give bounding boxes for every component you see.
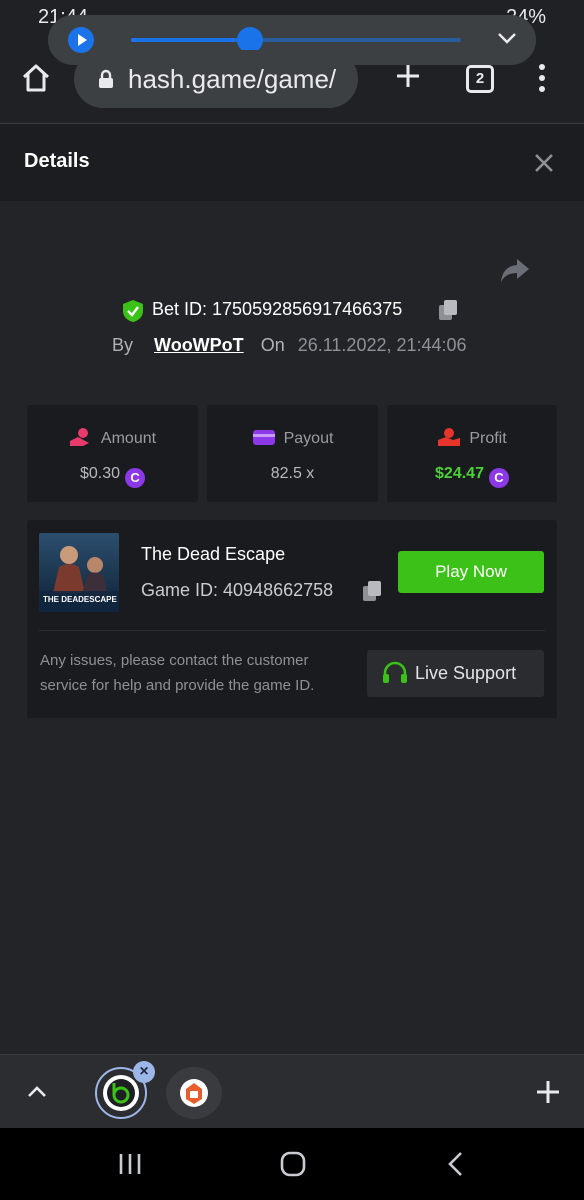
payout-label: Payout — [283, 430, 334, 447]
game-name: The Dead Escape — [141, 544, 286, 564]
play-icon[interactable] — [68, 27, 94, 53]
close-icon[interactable] — [532, 151, 556, 175]
user-link[interactable]: WooWPoT — [154, 335, 244, 355]
details-header: Details — [0, 123, 584, 201]
profit-label: Profit — [469, 430, 507, 447]
live-support-button[interactable]: Live Support — [367, 650, 544, 697]
live-support-label: Live Support — [415, 663, 517, 683]
game-panel: THE DEADESCAPE The Dead Escape Game ID: … — [27, 520, 557, 718]
game-id: Game ID: 40948662758 — [141, 580, 334, 600]
tab-switcher-button[interactable]: 2 — [466, 65, 494, 93]
coin-icon: C — [125, 468, 146, 488]
tab-other[interactable] — [166, 1067, 222, 1119]
plus-icon[interactable] — [394, 62, 422, 90]
system-nav-bar — [0, 1128, 584, 1200]
amount-label: Amount — [100, 430, 157, 447]
media-seekbar-fill — [131, 38, 237, 42]
copy-icon[interactable] — [437, 299, 459, 321]
profit-value: $24.47 — [435, 465, 484, 482]
payout-value: 82.5 x — [270, 465, 315, 482]
browser-toolbar: 21:44 24% hash.game/game/ 2 — [0, 0, 584, 122]
share-icon[interactable] — [500, 257, 530, 283]
shield-check-icon — [123, 300, 143, 322]
site-favicon — [186, 1083, 202, 1104]
more-vert-icon[interactable] — [530, 63, 554, 93]
divider — [39, 630, 545, 631]
on-label: On — [260, 335, 285, 355]
game-thumbnail[interactable]: THE DEADESCAPE — [39, 533, 119, 612]
coin-icon: C — [488, 468, 509, 488]
home-icon[interactable] — [20, 62, 52, 94]
game-cover-title: THE DEADESCAPE — [43, 595, 117, 604]
plus-icon[interactable] — [535, 1079, 561, 1105]
recent-apps-icon[interactable] — [117, 1152, 143, 1176]
copy-icon[interactable] — [361, 580, 383, 602]
profit-card: Profit $24.47 C — [387, 405, 557, 502]
wallet-icon — [252, 430, 275, 445]
tab-hash-game[interactable]: × — [95, 1061, 155, 1119]
hand-profit-icon — [438, 428, 461, 446]
support-notice: Any issues, please contact the customer … — [40, 652, 315, 694]
hash-game-favicon — [107, 1079, 135, 1107]
headset-icon — [383, 661, 407, 683]
bet-id: Bet ID: 1750592856917466375 — [152, 299, 403, 319]
by-label: By — [112, 335, 134, 355]
bet-byline: By WooWPoT On 26.11.2022, 21:44:06 — [112, 335, 467, 356]
tab-strip: × — [0, 1054, 584, 1128]
bet-id-row: Bet ID: 1750592856917466375 — [0, 296, 584, 326]
back-icon[interactable] — [444, 1150, 468, 1178]
chevron-up-icon[interactable] — [25, 1081, 49, 1101]
home-nav-icon[interactable] — [279, 1150, 307, 1178]
play-now-button[interactable]: Play Now — [398, 551, 544, 593]
bet-date: 26.11.2022, 21:44:06 — [297, 335, 467, 355]
chevron-down-icon[interactable] — [496, 27, 518, 49]
close-tab-icon[interactable]: × — [133, 1061, 155, 1083]
url-text: hash.game/game/ — [128, 64, 337, 94]
payout-card: Payout 82.5 x — [207, 405, 378, 502]
amount-card: Amount $0.30 C — [27, 405, 198, 502]
hand-coin-icon — [69, 428, 89, 446]
address-bar[interactable]: hash.game/game/ — [74, 50, 358, 108]
lock-icon — [99, 69, 113, 88]
page-title: Details — [24, 150, 90, 172]
amount-value: $0.30 — [79, 465, 121, 482]
